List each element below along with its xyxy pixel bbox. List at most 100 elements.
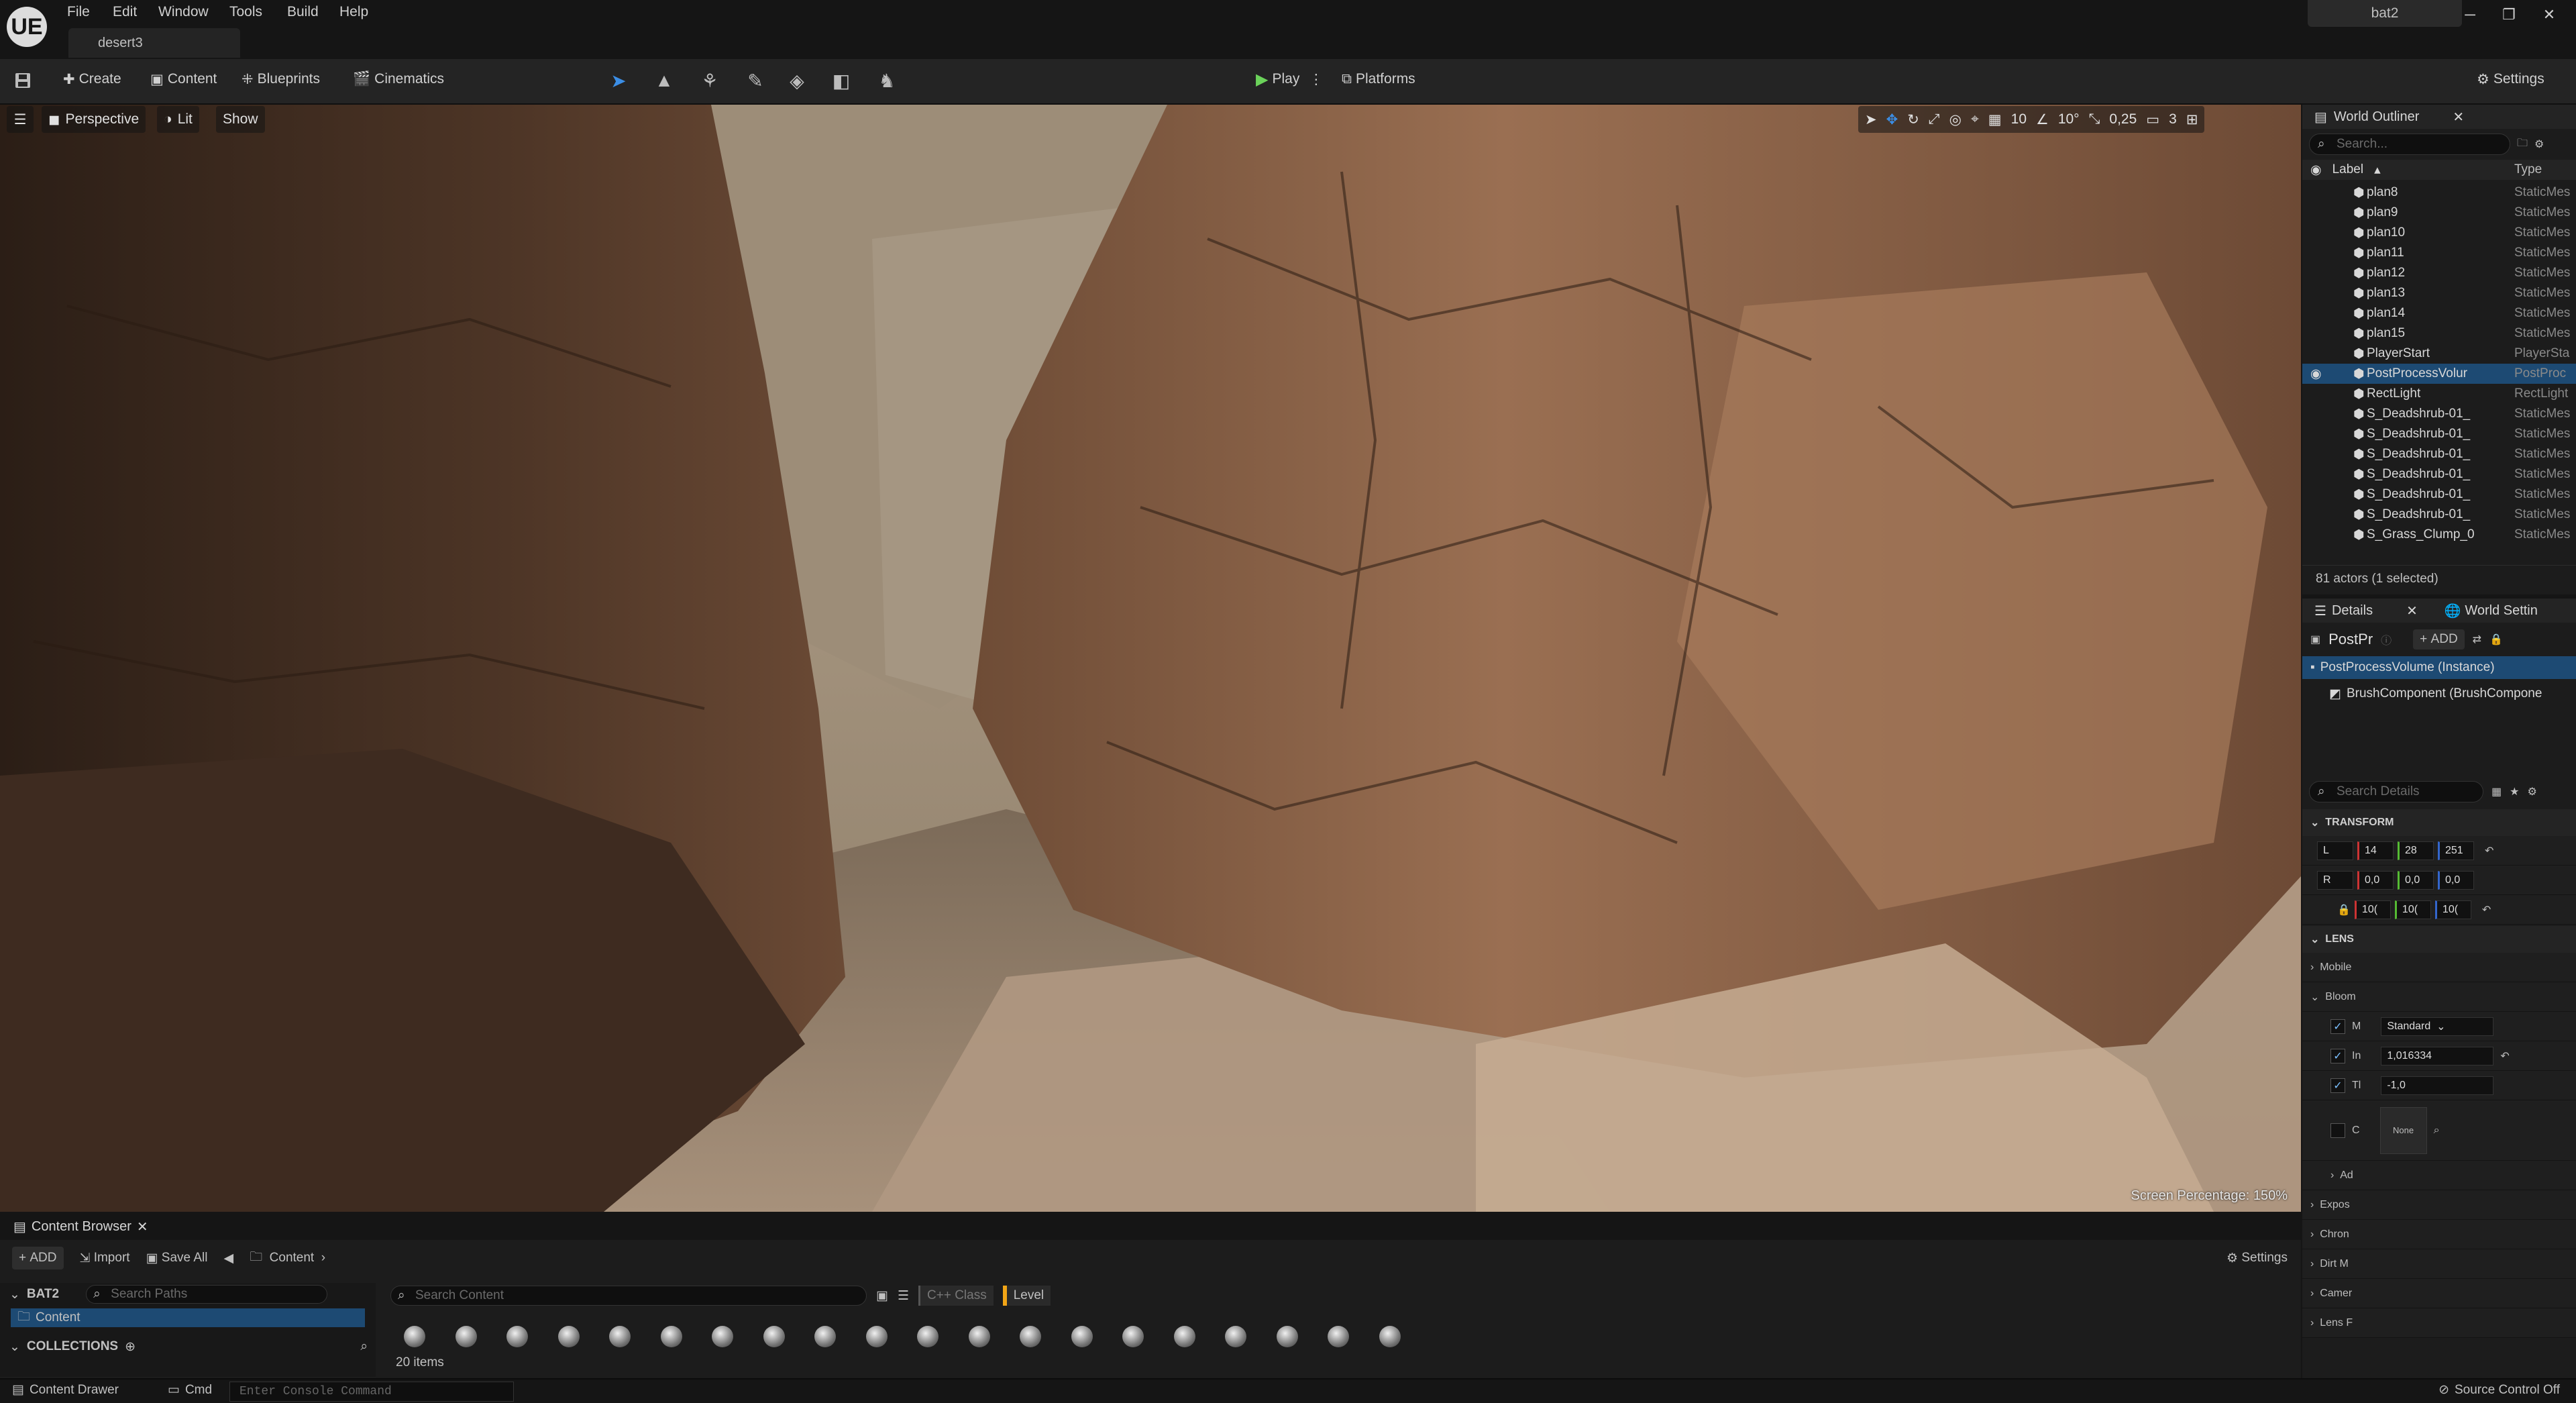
menu-build[interactable]: Build — [287, 0, 319, 24]
bloom-threshold-input[interactable]: -1,0 — [2381, 1076, 2494, 1095]
collections-search-icon[interactable]: ⌕ — [360, 1339, 368, 1354]
add-folder-icon[interactable]: 🗀 — [2517, 136, 2528, 154]
maximize-viewport-icon[interactable]: ⊞ — [2186, 111, 2198, 128]
asset-thumbnail[interactable] — [1379, 1326, 1401, 1347]
unreal-logo-icon[interactable]: UE — [7, 7, 47, 47]
asset-thumbnail[interactable] — [917, 1326, 938, 1347]
scale-x[interactable]: 10( — [2354, 900, 2391, 919]
outliner-row[interactable]: ◉⬢plan10StaticMes — [2302, 223, 2576, 243]
outliner-row[interactable]: ◉⬢PlayerStartPlayerSta — [2302, 344, 2576, 364]
outliner-row[interactable]: ◉⬢plan12StaticMes — [2302, 263, 2576, 283]
bloom-method-checkbox[interactable]: ✓ — [2330, 1019, 2345, 1034]
search-paths-input[interactable]: ⌕ Search Paths — [86, 1285, 328, 1304]
favorite-star-icon[interactable]: ★ — [2510, 785, 2519, 798]
component-row-root[interactable]: ▪ PostProcessVolume (Instance) — [2302, 656, 2576, 679]
scale-y[interactable]: 10( — [2394, 900, 2431, 919]
asset-thumbnail[interactable] — [814, 1326, 836, 1347]
actor-name[interactable]: PostPr — [2328, 631, 2373, 648]
cb-settings-button[interactable]: ⚙ Settings — [2226, 1251, 2288, 1266]
console-input[interactable]: Enter Console Command — [229, 1382, 514, 1402]
select-mode-icon[interactable]: ➤ — [604, 66, 633, 95]
details-section-row[interactable]: › Chron — [2302, 1220, 2576, 1249]
rotation-z[interactable]: 0,0 — [2438, 870, 2474, 890]
grid-snap-value[interactable]: 10 — [2011, 111, 2027, 127]
scale-reset-icon[interactable]: ↶ — [2482, 903, 2491, 917]
play-options-icon[interactable]: ⋮ — [1309, 71, 1323, 88]
filter-icon[interactable]: ☰ — [898, 1288, 909, 1304]
outliner-close-icon[interactable]: ✕ — [2453, 109, 2464, 125]
outliner-row[interactable]: ◉⬢S_Deadshrub-01_StaticMes — [2302, 444, 2576, 464]
landscape-mode-icon[interactable]: ▲ — [649, 66, 679, 95]
asset-thumbnail[interactable] — [506, 1326, 528, 1347]
grid-snap-icon[interactable]: ▦ — [1988, 111, 2002, 128]
outliner-row[interactable]: ◉⬢S_Deadshrub-01_StaticMes — [2302, 404, 2576, 424]
reset-arrow-icon[interactable]: ↶ — [2485, 844, 2493, 858]
help-icon[interactable]: ⓘ — [2381, 631, 2392, 647]
modeling-mode-icon[interactable]: ◈ — [782, 66, 812, 95]
asset-thumbnail[interactable] — [1071, 1326, 1093, 1347]
location-y[interactable]: 28 — [2398, 841, 2434, 860]
asset-thumbnail[interactable] — [1122, 1326, 1144, 1347]
show-button[interactable]: Show — [216, 106, 265, 133]
add-component-button[interactable]: + ADD — [2413, 629, 2465, 649]
intensity-reset-icon[interactable]: ↶ — [2500, 1049, 2509, 1063]
content-browser-close-icon[interactable]: ✕ — [137, 1218, 148, 1235]
filter-cpp-class[interactable]: C++ Class — [918, 1286, 994, 1306]
move-tool-icon[interactable]: ✥ — [1886, 111, 1898, 128]
menu-help[interactable]: Help — [339, 0, 368, 24]
platforms-button[interactable]: ⧉ Platforms — [1335, 66, 1422, 93]
lock-icon[interactable]: 🔒 — [2489, 633, 2503, 646]
maximize-icon[interactable]: ❐ — [2494, 3, 2524, 27]
asset-thumbnail[interactable] — [1276, 1326, 1298, 1347]
import-button[interactable]: ⇲ Import — [80, 1251, 130, 1266]
rotation-y[interactable]: 0,0 — [2398, 870, 2434, 890]
texture-thumbnail[interactable]: None — [2379, 1106, 2427, 1154]
outliner-row[interactable]: ◉⬢plan14StaticMes — [2302, 303, 2576, 323]
bloom-convolution-checkbox[interactable] — [2330, 1123, 2345, 1138]
filter-level[interactable]: Level — [1002, 1286, 1051, 1306]
details-section-row[interactable]: › Dirt M — [2302, 1249, 2576, 1279]
close-icon[interactable]: ✕ — [2534, 3, 2564, 27]
location-mode-dropdown[interactable]: L — [2317, 841, 2353, 860]
animation-mode-icon[interactable]: ♞ — [872, 66, 902, 95]
outliner-row[interactable]: ◉⬢plan15StaticMes — [2302, 323, 2576, 344]
rotation-mode-dropdown[interactable]: R — [2317, 870, 2353, 890]
bloom-row[interactable]: ⌄ Bloom — [2302, 982, 2576, 1012]
location-x[interactable]: 14 — [2357, 841, 2394, 860]
foliage-mode-icon[interactable]: ⚘ — [695, 66, 724, 95]
asset-thumbnail[interactable] — [763, 1326, 785, 1347]
scale-z[interactable]: 10( — [2434, 900, 2471, 919]
fracture-mode-icon[interactable]: ◧ — [826, 66, 856, 95]
save-search-icon[interactable]: ▣ — [876, 1288, 888, 1304]
viewport-menu-icon[interactable]: ☰ — [7, 106, 34, 133]
component-row-brush[interactable]: ◩ BrushComponent (BrushCompone — [2302, 679, 2576, 709]
content-button[interactable]: ▣ Content — [144, 66, 223, 93]
camera-speed-icon[interactable]: ▭ — [2146, 111, 2159, 128]
grid-view-icon[interactable]: ▦ — [2491, 785, 2502, 798]
mobile-row[interactable]: › Mobile — [2302, 953, 2576, 982]
scale-snap-icon[interactable]: ⤡ — [2089, 111, 2100, 127]
outliner-row[interactable]: ◉⬢S_Deadshrub-01_StaticMes — [2302, 484, 2576, 505]
outliner-row[interactable]: ◉⬢S_Deadshrub-01_StaticMes — [2302, 424, 2576, 444]
type-column-header[interactable]: Type — [2514, 162, 2576, 177]
cb-add-button[interactable]: + ADD — [12, 1247, 64, 1269]
world-settings-tab[interactable]: 🌐 World Settin — [2445, 603, 2538, 619]
details-settings-icon[interactable]: ⚙ — [2527, 785, 2536, 798]
cinematics-button[interactable]: 🎬 Cinematics — [346, 66, 451, 93]
outliner-row[interactable]: ◉⬢plan9StaticMes — [2302, 203, 2576, 223]
asset-thumbnail[interactable] — [1173, 1326, 1195, 1347]
outliner-row[interactable]: ◉ ⬢ PostProcessVolur PostProc — [2302, 364, 2576, 384]
bloom-threshold-checkbox[interactable]: ✓ — [2330, 1078, 2345, 1093]
asset-thumbnail[interactable] — [404, 1326, 425, 1347]
asset-thumbnail[interactable] — [865, 1326, 888, 1347]
play-button[interactable]: ▶ Play ⋮ — [1249, 66, 1330, 93]
outliner-row[interactable]: ◉⬢RectLightRectLight — [2302, 384, 2576, 404]
rotation-x[interactable]: 0,0 — [2357, 870, 2394, 890]
history-back-icon[interactable]: ◀ — [223, 1251, 233, 1266]
asset-thumbnail[interactable] — [609, 1326, 631, 1347]
browse-icon[interactable]: ⌕ — [2434, 1125, 2440, 1137]
menu-file[interactable]: File — [67, 0, 90, 24]
details-section-row[interactable]: › Expos — [2302, 1190, 2576, 1220]
outliner-row[interactable]: ◉⬢S_Grass_Clump_0StaticMes — [2302, 525, 2576, 545]
asset-thumbnail[interactable] — [1328, 1326, 1349, 1347]
